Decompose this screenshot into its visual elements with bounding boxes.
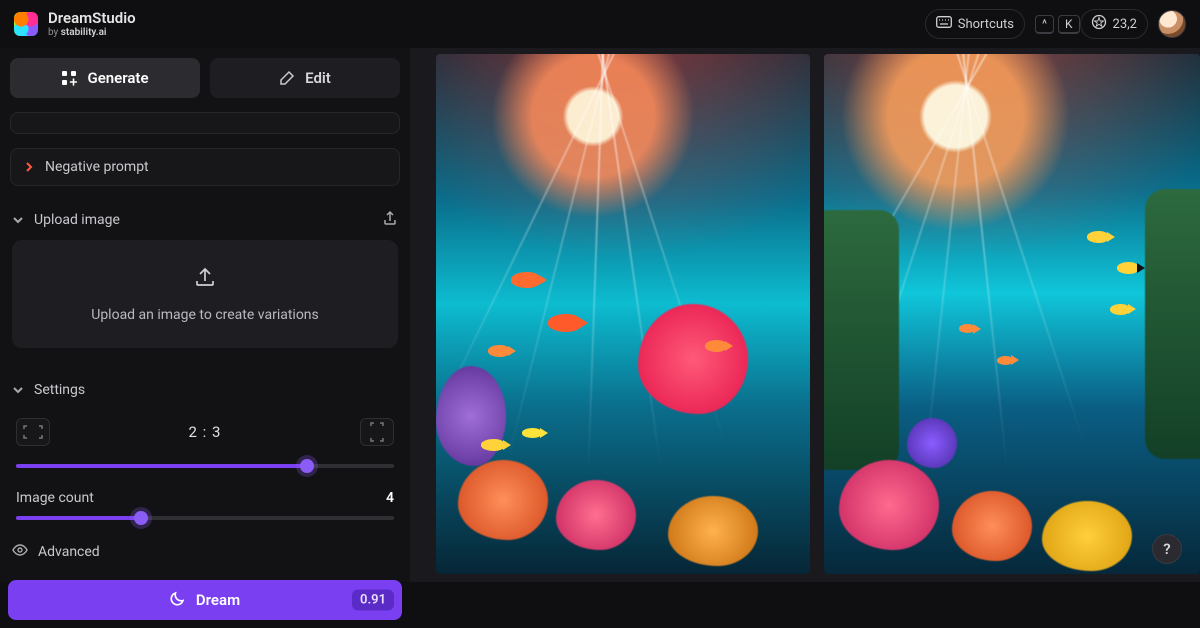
chevron-right-icon	[23, 161, 35, 173]
upload-icon	[193, 265, 217, 293]
upload-heading: Upload image	[34, 212, 120, 228]
shortcut-keys: ^ K	[1035, 15, 1080, 34]
app-logo-icon	[14, 12, 38, 36]
upload-placeholder: Upload an image to create variations	[91, 307, 319, 323]
eye-icon	[12, 542, 28, 562]
settings-section: Settings 2 : 3	[10, 372, 400, 572]
shortcuts-label: Shortcuts	[958, 17, 1014, 32]
aspect-ratio-slider[interactable]	[16, 464, 394, 468]
ratio-landscape-button[interactable]	[16, 418, 50, 446]
negative-prompt-label: Negative prompt	[45, 159, 149, 175]
logo-block[interactable]: DreamStudio by stability.ai	[14, 10, 136, 38]
dream-label: Dream	[196, 591, 240, 609]
share-icon[interactable]	[382, 210, 398, 230]
chevron-down-icon[interactable]	[12, 384, 24, 396]
chevron-down-icon[interactable]	[12, 214, 24, 226]
grid-plus-icon	[61, 70, 77, 86]
kbd-ctrl: ^	[1035, 15, 1054, 34]
generated-image[interactable]	[824, 54, 1200, 574]
edit-icon	[279, 70, 295, 86]
tab-generate-label: Generate	[87, 69, 148, 87]
settings-heading: Settings	[34, 382, 85, 398]
ratio-portrait-button[interactable]	[360, 418, 394, 446]
negative-prompt-section[interactable]: Negative prompt	[10, 148, 400, 186]
header: DreamStudio by stability.ai Shortcuts ^ …	[0, 0, 1200, 48]
moon-icon	[170, 590, 186, 610]
upload-section: Upload image Upload an image to create v…	[10, 200, 400, 358]
help-button[interactable]: ?	[1152, 534, 1182, 564]
credits-value: 23,2	[1113, 17, 1137, 32]
tab-generate[interactable]: Generate	[10, 58, 200, 98]
avatar[interactable]	[1158, 10, 1186, 38]
upload-dropzone[interactable]: Upload an image to create variations	[12, 240, 398, 348]
shortcuts-button[interactable]: Shortcuts	[925, 9, 1025, 39]
advanced-row[interactable]: Advanced	[12, 542, 398, 562]
advanced-label: Advanced	[38, 544, 100, 560]
image-count-value: 4	[386, 490, 394, 506]
tab-edit-label: Edit	[305, 69, 331, 87]
aspect-ratio-value: 2 : 3	[189, 423, 222, 441]
canvas[interactable]	[410, 48, 1200, 582]
tab-edit[interactable]: Edit	[210, 58, 400, 98]
dream-button[interactable]: Dream 0.91	[8, 580, 402, 620]
sidebar: Generate Edit Negative prompt	[0, 48, 410, 582]
kbd-k: K	[1058, 15, 1080, 34]
image-count-label: Image count	[16, 490, 94, 506]
dream-cost-badge: 0.91	[352, 590, 394, 611]
help-label: ?	[1163, 540, 1170, 558]
prompt-section[interactable]	[10, 112, 400, 134]
generated-image[interactable]	[436, 54, 810, 574]
app-subtitle: by stability.ai	[48, 27, 136, 38]
image-count-slider[interactable]	[16, 516, 394, 520]
app-title: DreamStudio	[48, 10, 136, 27]
keyboard-icon	[936, 16, 952, 32]
credits-icon	[1091, 14, 1107, 34]
credits-pill[interactable]: 23,2	[1080, 9, 1148, 39]
